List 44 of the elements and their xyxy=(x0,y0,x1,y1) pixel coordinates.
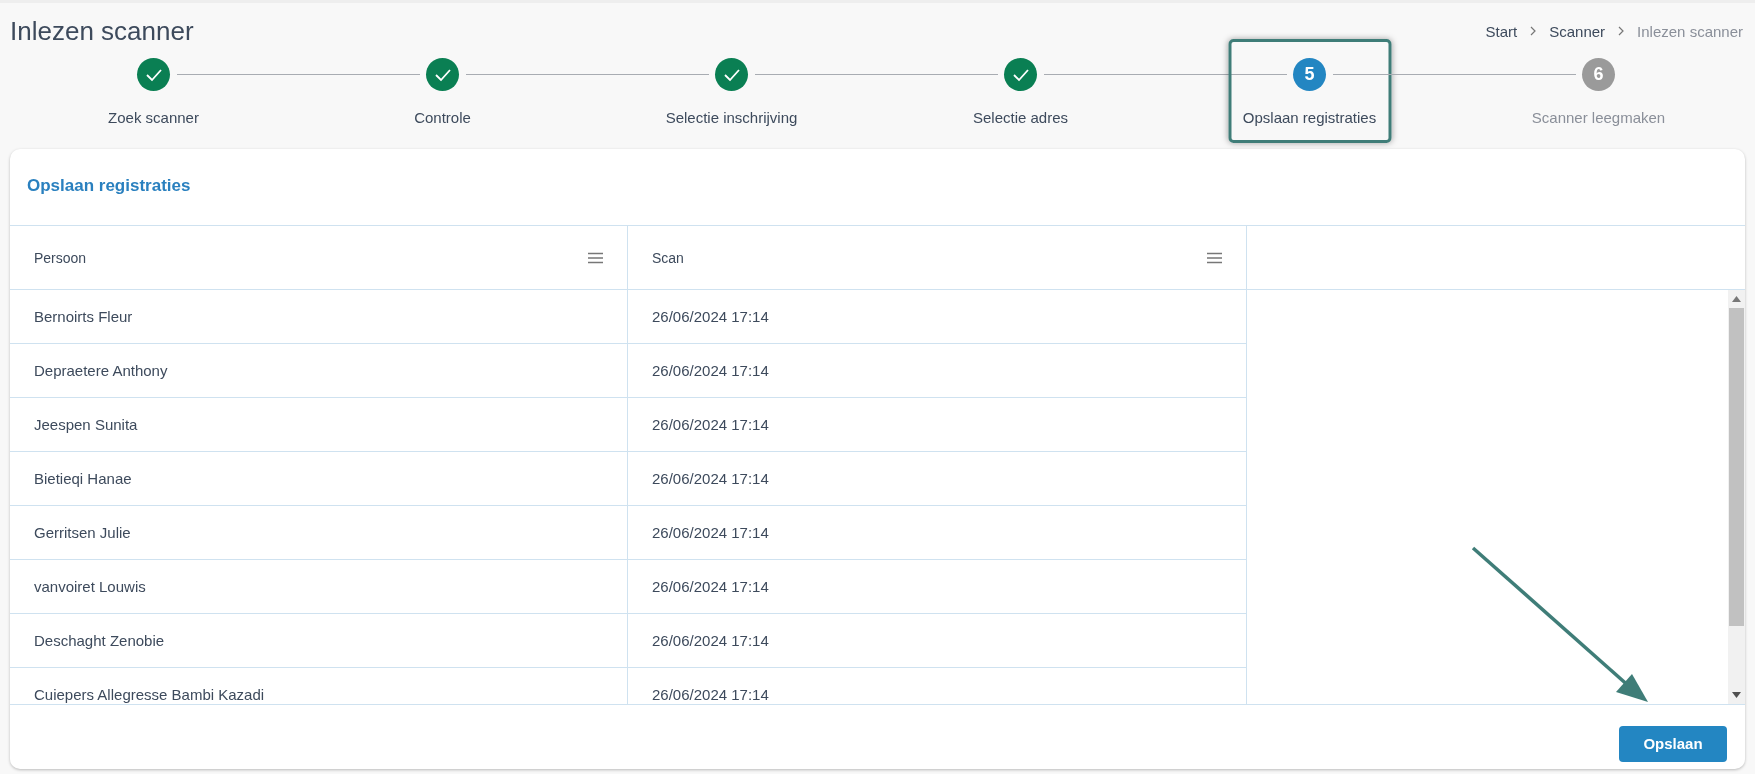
step-label: Controle xyxy=(414,109,471,126)
column-header: Persoon xyxy=(34,249,87,266)
breadcrumb-current: Inlezen scanner xyxy=(1637,22,1743,40)
column-header: Scan xyxy=(652,249,684,266)
check-icon xyxy=(1011,67,1030,82)
table-cell: 26/06/2024 17:14 xyxy=(628,344,1247,397)
scroll-down-icon[interactable] xyxy=(1732,692,1741,698)
check-icon xyxy=(433,67,452,82)
table-cell: Jeespen Sunita xyxy=(10,398,628,451)
menu-icon[interactable] xyxy=(588,251,603,264)
page-title: Inlezen scanner xyxy=(10,15,194,47)
table-cell: 26/06/2024 17:14 xyxy=(628,614,1247,667)
scroll-thumb[interactable] xyxy=(1729,308,1744,626)
table-cell: Bernoirts Fleur xyxy=(10,290,628,343)
table-cell: vanvoiret Louwis xyxy=(10,560,628,613)
table-cell: Depraetere Anthony xyxy=(10,344,628,397)
check-icon xyxy=(144,67,163,82)
check-icon xyxy=(722,67,741,82)
menu-icon[interactable] xyxy=(1207,251,1222,264)
breadcrumb-link[interactable]: Start xyxy=(1485,22,1518,40)
table-cell: 26/06/2024 17:14 xyxy=(628,506,1247,559)
scroll-up-icon[interactable] xyxy=(1732,296,1741,302)
step-label: Scanner leegmaken xyxy=(1531,109,1666,126)
table-cell: Deschaght Zenobie xyxy=(10,614,628,667)
table-cell: 26/06/2024 17:14 xyxy=(628,452,1247,505)
table-cell: 26/06/2024 17:14 xyxy=(628,290,1247,343)
breadcrumb-link[interactable]: Scanner xyxy=(1549,22,1606,40)
table-cell: Bietieqi Hanae xyxy=(10,452,628,505)
step-label: Opslaan registraties xyxy=(1242,109,1377,126)
table-cell: 26/06/2024 17:14 xyxy=(628,560,1247,613)
step-label: Selectie inschrijving xyxy=(665,109,798,126)
table-cell: Gerritsen Julie xyxy=(10,506,628,559)
table-cell: Cuiepers Allegresse Bambi Kazadi xyxy=(10,668,628,704)
step-label: Selectie adres xyxy=(972,109,1069,126)
save-button[interactable]: Opslaan xyxy=(1619,725,1727,762)
table-cell: 26/06/2024 17:14 xyxy=(628,398,1247,451)
step-circle: 6 xyxy=(1582,58,1615,91)
scrollbar[interactable] xyxy=(1728,290,1745,704)
card-title: Opslaan registraties xyxy=(26,175,192,197)
step-label: Zoek scanner xyxy=(108,109,199,126)
chevron-icon xyxy=(1617,26,1626,36)
chevron-icon xyxy=(1529,26,1538,36)
step-circle: 5 xyxy=(1293,58,1326,91)
table-cell: 26/06/2024 17:14 xyxy=(628,668,1247,704)
